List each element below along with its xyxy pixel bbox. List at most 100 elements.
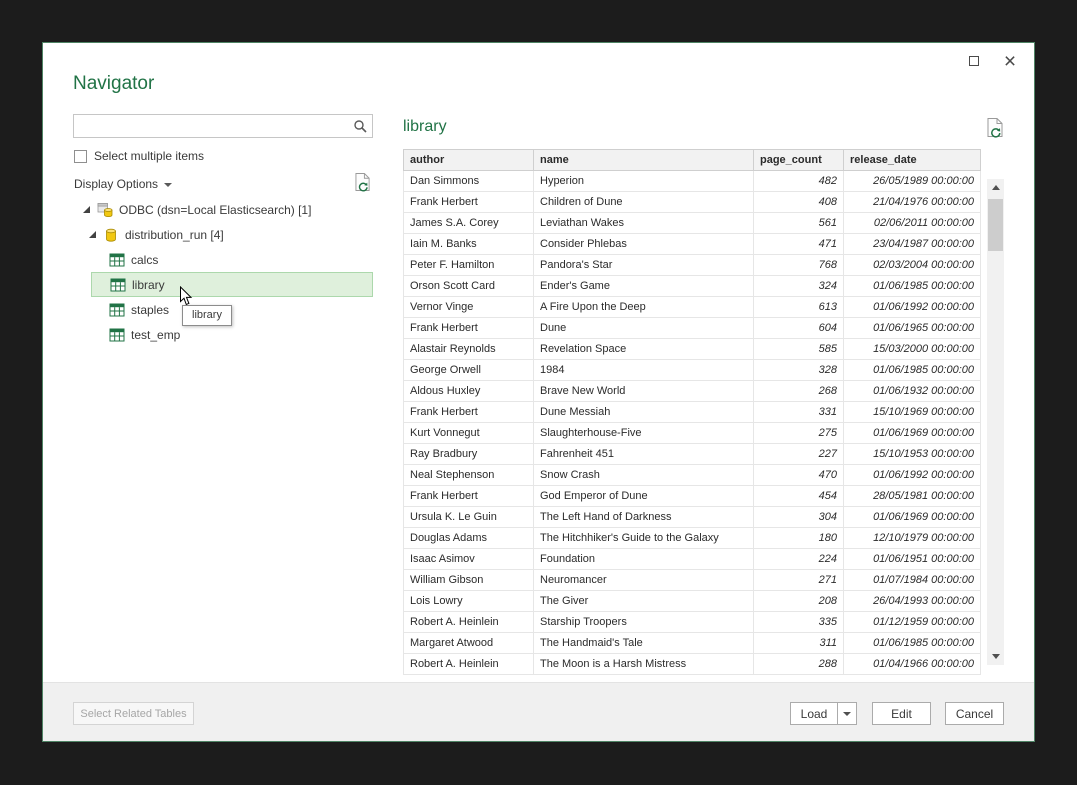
cell-author: Robert A. Heinlein xyxy=(404,654,534,675)
select-related-tables-button[interactable]: Select Related Tables xyxy=(73,702,194,725)
tree-item-distribution-run-4[interactable]: distribution_run [4] xyxy=(89,222,388,247)
tree-item-label: library xyxy=(132,278,165,292)
tree-item-library[interactable]: library xyxy=(91,272,373,297)
cell-release_date: 01/06/1965 00:00:00 xyxy=(844,318,981,339)
close-button[interactable]: × xyxy=(998,49,1022,73)
table-row: Frank HerbertDune Messiah33115/10/1969 0… xyxy=(404,402,981,423)
scrollbar-thumb[interactable] xyxy=(988,199,1003,251)
cell-name: The Moon is a Harsh Mistress xyxy=(534,654,754,675)
table-row: Frank HerbertDune60401/06/1965 00:00:00 xyxy=(404,318,981,339)
cell-name: Dune Messiah xyxy=(534,402,754,423)
preview-table-title: library xyxy=(403,118,447,136)
display-options-dropdown[interactable]: Display Options xyxy=(74,177,172,191)
preview-header-row: authornamepage_countrelease_date xyxy=(404,150,981,171)
table-row: Kurt VonnegutSlaughterhouse-Five27501/06… xyxy=(404,423,981,444)
cell-author: Isaac Asimov xyxy=(404,549,534,570)
table-row: Peter F. HamiltonPandora's Star76802/03/… xyxy=(404,255,981,276)
cell-page_count: 454 xyxy=(754,486,844,507)
table-row: Lois LowryThe Giver20826/04/1993 00:00:0… xyxy=(404,591,981,612)
tree-item-label: test_emp xyxy=(131,328,180,342)
load-dropdown-button[interactable] xyxy=(837,702,857,725)
cell-author: Aldous Huxley xyxy=(404,381,534,402)
cell-author: Kurt Vonnegut xyxy=(404,423,534,444)
cell-author: William Gibson xyxy=(404,570,534,591)
cell-page_count: 470 xyxy=(754,465,844,486)
maximize-button[interactable] xyxy=(962,49,986,73)
scrollbar-up-button[interactable] xyxy=(987,179,1004,196)
edit-button[interactable]: Edit xyxy=(872,702,931,725)
tree-item-calcs[interactable]: calcs xyxy=(91,247,373,272)
refresh-preview-button[interactable] xyxy=(987,117,1004,143)
cell-page_count: 224 xyxy=(754,549,844,570)
table-row: Frank HerbertChildren of Dune40821/04/19… xyxy=(404,192,981,213)
tree-item-test-emp[interactable]: test_emp xyxy=(91,322,373,347)
column-header-name: name xyxy=(534,150,754,171)
cell-name: Consider Phlebas xyxy=(534,234,754,255)
cell-name: Foundation xyxy=(534,549,754,570)
table-row: Neal StephensonSnow Crash47001/06/1992 0… xyxy=(404,465,981,486)
column-header-release_date: release_date xyxy=(844,150,981,171)
table-row: Dan SimmonsHyperion48226/05/1989 00:00:0… xyxy=(404,171,981,192)
cell-page_count: 408 xyxy=(754,192,844,213)
cell-page_count: 561 xyxy=(754,213,844,234)
cell-name: The Giver xyxy=(534,591,754,612)
tree-item-label: ODBC (dsn=Local Elasticsearch) [1] xyxy=(119,203,311,217)
cell-page_count: 331 xyxy=(754,402,844,423)
search-input[interactable] xyxy=(74,115,348,137)
cell-name: 1984 xyxy=(534,360,754,381)
cell-author: Iain M. Banks xyxy=(404,234,534,255)
table-row: Ursula K. Le GuinThe Left Hand of Darkne… xyxy=(404,507,981,528)
cell-release_date: 01/06/1985 00:00:00 xyxy=(844,633,981,654)
cell-page_count: 311 xyxy=(754,633,844,654)
close-icon: × xyxy=(1004,51,1016,72)
cell-release_date: 01/04/1966 00:00:00 xyxy=(844,654,981,675)
cell-release_date: 01/12/1959 00:00:00 xyxy=(844,612,981,633)
tree-item-label: distribution_run [4] xyxy=(125,228,224,242)
tree-item-label: staples xyxy=(131,303,169,317)
table-row: Isaac AsimovFoundation22401/06/1951 00:0… xyxy=(404,549,981,570)
cell-page_count: 208 xyxy=(754,591,844,612)
desktop-background: { "window": { "title": "Navigator", "con… xyxy=(0,0,1077,785)
cell-page_count: 471 xyxy=(754,234,844,255)
refresh-icon xyxy=(987,117,1004,138)
cell-page_count: 227 xyxy=(754,444,844,465)
search-button[interactable] xyxy=(348,115,372,137)
scrollbar-down-button[interactable] xyxy=(987,648,1004,665)
expand-arrow-icon[interactable] xyxy=(83,206,90,213)
cell-author: Frank Herbert xyxy=(404,486,534,507)
refresh-tree-button[interactable] xyxy=(355,172,371,197)
cell-author: Margaret Atwood xyxy=(404,633,534,654)
table-icon xyxy=(109,252,125,268)
search-icon xyxy=(353,119,367,133)
table-row: James S.A. CoreyLeviathan Wakes56102/06/… xyxy=(404,213,981,234)
scrollbar[interactable] xyxy=(987,179,1004,665)
cell-release_date: 15/10/1953 00:00:00 xyxy=(844,444,981,465)
cell-name: God Emperor of Dune xyxy=(534,486,754,507)
cancel-button[interactable]: Cancel xyxy=(945,702,1004,725)
cell-author: James S.A. Corey xyxy=(404,213,534,234)
expand-arrow-icon[interactable] xyxy=(89,231,96,238)
tree-item-odbc-dsn-local-elasticsearch-1[interactable]: ODBC (dsn=Local Elasticsearch) [1] xyxy=(83,197,388,222)
cell-name: Fahrenheit 451 xyxy=(534,444,754,465)
table-row: George Orwell198432801/06/1985 00:00:00 xyxy=(404,360,981,381)
select-multiple-checkbox[interactable] xyxy=(74,150,87,163)
load-button[interactable]: Load xyxy=(790,702,838,725)
cell-page_count: 304 xyxy=(754,507,844,528)
cell-name: Hyperion xyxy=(534,171,754,192)
cell-name: The Hitchhiker's Guide to the Galaxy xyxy=(534,528,754,549)
cell-page_count: 768 xyxy=(754,255,844,276)
cell-author: Dan Simmons xyxy=(404,171,534,192)
cell-name: Children of Dune xyxy=(534,192,754,213)
cell-release_date: 01/06/1969 00:00:00 xyxy=(844,423,981,444)
table-row: Robert A. HeinleinThe Moon is a Harsh Mi… xyxy=(404,654,981,675)
cell-release_date: 23/04/1987 00:00:00 xyxy=(844,234,981,255)
refresh-icon xyxy=(355,172,371,192)
tree-item-staples[interactable]: staples xyxy=(91,297,373,322)
select-multiple-row: Select multiple items xyxy=(74,149,204,163)
tooltip: library xyxy=(182,305,232,326)
odbc-icon xyxy=(97,202,113,218)
cell-name: Slaughterhouse-Five xyxy=(534,423,754,444)
table-row: Orson Scott CardEnder's Game32401/06/198… xyxy=(404,276,981,297)
cell-author: Orson Scott Card xyxy=(404,276,534,297)
preview-table-body: Dan SimmonsHyperion48226/05/1989 00:00:0… xyxy=(404,171,981,675)
